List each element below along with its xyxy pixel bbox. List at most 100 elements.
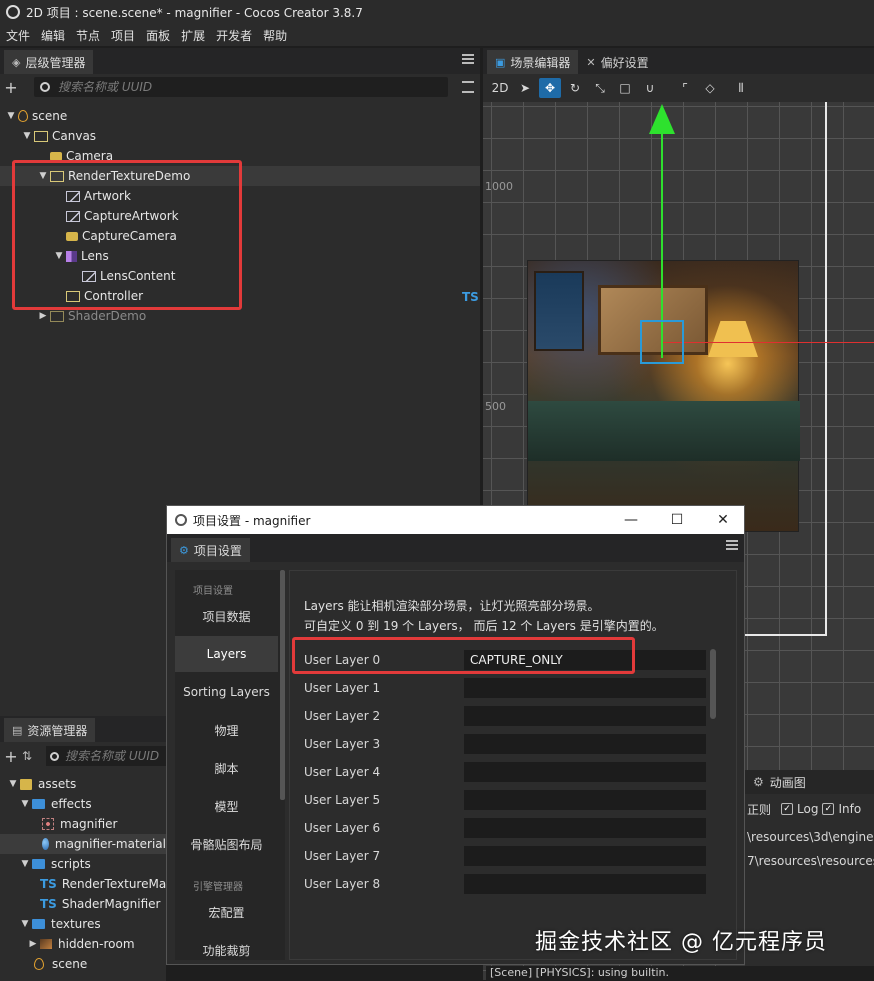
gizmo-y-arrow-icon[interactable]	[649, 104, 675, 134]
transform-space-icon[interactable]: ◇	[699, 78, 721, 98]
layer-name-input[interactable]	[464, 706, 706, 726]
scale-tool-icon[interactable]: ⤡	[589, 78, 611, 98]
layer-name-input[interactable]	[464, 762, 706, 782]
maximize-icon[interactable]: ☐	[654, 506, 700, 534]
layer-label: User Layer 1	[304, 681, 381, 695]
pivot-tool-icon[interactable]: ⌜	[674, 78, 696, 98]
regex-filter-label[interactable]: 正则	[747, 801, 771, 818]
layer-row: User Layer 3	[302, 733, 710, 755]
snap-tool-icon[interactable]: ∪	[639, 78, 661, 98]
tab-hierarchy[interactable]: ◈ 层级管理器	[4, 50, 94, 74]
chevron-down-icon[interactable]: ▼	[18, 799, 32, 809]
tab-scene-editor[interactable]: ▣ 场景编辑器	[487, 50, 579, 74]
minimize-icon[interactable]: —	[608, 506, 654, 534]
asset-node-magnifier-effect[interactable]: magnifier	[0, 814, 166, 834]
asset-node-label: ShaderMagnifier	[61, 897, 161, 911]
menu-file[interactable]: 文件	[6, 27, 30, 44]
sidebar-item-project-data[interactable]: 项目数据	[175, 598, 278, 634]
menu-panel[interactable]: 面板	[146, 27, 170, 44]
tree-node-canvas[interactable]: ▼ Canvas	[20, 126, 480, 146]
add-asset-icon[interactable]: +	[0, 747, 22, 766]
layer-name-input[interactable]	[464, 846, 706, 866]
asset-node-magnifier-material[interactable]: magnifier-material	[0, 834, 166, 854]
close-icon[interactable]: ✕	[700, 506, 746, 534]
menu-node[interactable]: 节点	[76, 27, 100, 44]
assets-search-input[interactable]	[65, 749, 165, 763]
rotate-tool-icon[interactable]: ↻	[564, 78, 586, 98]
assets-search-row: + ⇅	[0, 744, 166, 768]
chevron-right-icon[interactable]: ▶	[36, 311, 50, 321]
asset-node-shadermagnifier[interactable]: TS ShaderMagnifier	[0, 894, 166, 914]
sort-icon[interactable]: ⇅	[22, 749, 40, 763]
asset-node-label: scripts	[51, 857, 91, 871]
layer-name-input[interactable]	[464, 734, 706, 754]
select-tool-icon[interactable]: ➤	[514, 78, 536, 98]
hierarchy-search-row: +	[0, 74, 480, 100]
chevron-down-icon[interactable]: ▼	[20, 131, 34, 141]
window-titlebar: 2D 项目 : scene.scene* - magnifier - Cocos…	[0, 0, 874, 24]
layers-scrollbar[interactable]	[710, 649, 716, 719]
asset-node-scripts[interactable]: ▼ scripts	[0, 854, 166, 874]
sidebar-item-feature-cropping[interactable]: 功能裁剪	[175, 932, 278, 960]
hierarchy-search-input[interactable]	[58, 80, 418, 94]
tree-node-label: scene	[32, 109, 68, 123]
folder-icon	[32, 859, 45, 869]
sidebar-item-sorting-layers[interactable]: Sorting Layers	[175, 674, 278, 710]
mode-2d-button[interactable]: 2D	[489, 78, 511, 98]
asset-node-rendertexturemagnifier[interactable]: TS RenderTextureMagnifier	[0, 874, 166, 894]
layer-name-input[interactable]	[464, 790, 706, 810]
tree-node-scene[interactable]: ▼ scene	[4, 106, 480, 126]
asset-node-textures[interactable]: ▼ textures	[0, 914, 166, 934]
asset-node-assets[interactable]: ▼ assets	[0, 774, 166, 794]
sidebar-item-layers[interactable]: Layers	[175, 636, 278, 672]
tab-assets[interactable]: ▤ 资源管理器	[4, 718, 96, 742]
asset-node-scene[interactable]: scene	[0, 954, 166, 974]
chevron-right-icon[interactable]: ▶	[26, 939, 40, 949]
gear-icon: ⚙	[179, 543, 189, 557]
sidebar-item-scripts[interactable]: 脚本	[175, 750, 278, 786]
chevron-down-icon[interactable]: ▼	[4, 111, 18, 121]
gizmo-x-axis[interactable]	[663, 342, 874, 343]
tab-project-settings[interactable]: ⚙ 项目设置	[171, 538, 250, 562]
lens-gizmo-box[interactable]	[640, 320, 684, 364]
scene-tabbar: ▣ 场景编辑器 ✕ 偏好设置	[483, 48, 874, 74]
sort-icon[interactable]	[462, 81, 474, 93]
menu-edit[interactable]: 编辑	[41, 27, 65, 44]
folder-tab-icon: ▤	[12, 723, 23, 737]
layer-name-input[interactable]	[464, 874, 706, 894]
effect-icon	[42, 818, 54, 830]
menu-project[interactable]: 项目	[111, 27, 135, 44]
chevron-down-icon[interactable]: ▼	[6, 779, 20, 789]
asset-node-label: RenderTextureMagnifier	[61, 877, 166, 891]
add-node-icon[interactable]: +	[0, 78, 22, 97]
chevron-down-icon[interactable]: ▼	[18, 859, 32, 869]
rect-tool-icon[interactable]: □	[614, 78, 636, 98]
asset-node-hidden-room[interactable]: ▶ hidden-room	[0, 934, 166, 954]
align-tool-icon[interactable]: ⫴	[730, 78, 752, 98]
chevron-down-icon[interactable]: ▼	[18, 919, 32, 929]
scene-icon	[18, 110, 28, 122]
asset-node-effects[interactable]: ▼ effects	[0, 794, 166, 814]
menu-developer[interactable]: 开发者	[216, 27, 252, 44]
sidebar-item-models[interactable]: 模型	[175, 788, 278, 824]
console-status-line: [Scene] [PHYSICS]: using builtin.	[486, 966, 874, 981]
layer-name-input[interactable]	[464, 678, 706, 698]
info-checkbox[interactable]: ✓	[822, 803, 835, 815]
sidebar-item-skeleton-texture[interactable]: 骨骼贴图布局	[175, 826, 278, 862]
log-checkbox[interactable]: ✓	[781, 803, 794, 815]
menu-help[interactable]: 帮助	[263, 27, 287, 44]
layer-row: User Layer 5	[302, 789, 710, 811]
sidebar-item-physics[interactable]: 物理	[175, 712, 278, 748]
sidebar-scrollbar[interactable]	[280, 570, 285, 800]
layer-name-input[interactable]	[464, 818, 706, 838]
tab-animation-graph[interactable]: ⚙ 动画图	[745, 770, 874, 794]
panel-menu-icon[interactable]	[726, 540, 738, 550]
tab-preferences[interactable]: ✕ 偏好设置	[578, 50, 656, 74]
console-line: 7\resources\resources\3d	[747, 854, 874, 868]
menu-bar: 文件 编辑 节点 项目 面板 扩展 开发者 帮助	[0, 24, 874, 46]
sidebar-item-macro-config[interactable]: 宏配置	[175, 894, 278, 930]
menu-extension[interactable]: 扩展	[181, 27, 205, 44]
move-tool-icon[interactable]: ✥	[539, 78, 561, 98]
hierarchy-search	[34, 77, 448, 97]
panel-menu-icon[interactable]	[462, 54, 474, 64]
